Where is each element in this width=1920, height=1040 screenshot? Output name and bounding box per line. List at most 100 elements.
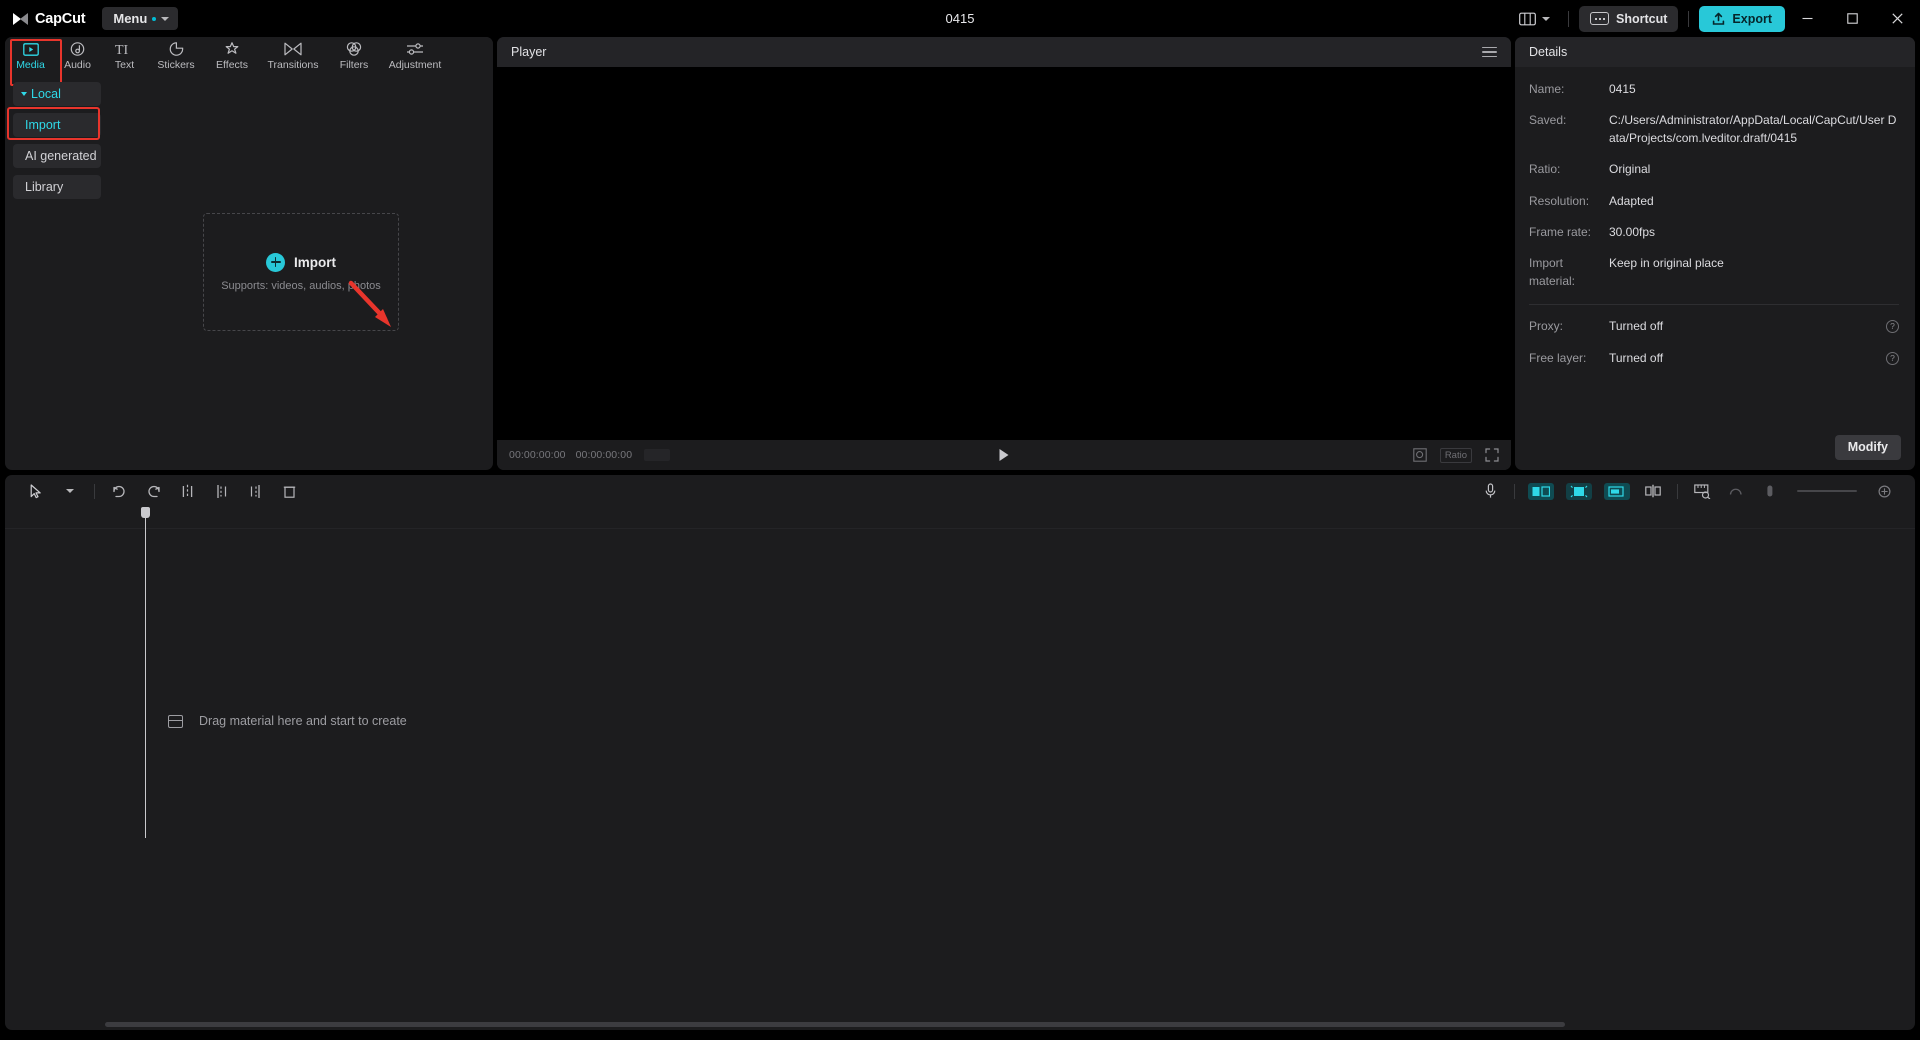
sidebar-item-ai-generated[interactable]: AI generated [13, 144, 101, 168]
detail-key: Frame rate: [1529, 224, 1609, 241]
zoom-fit-button[interactable] [1867, 478, 1901, 504]
player-right-controls: Ratio [1413, 448, 1499, 463]
tab-text[interactable]: TI Text [101, 37, 148, 74]
microphone-button[interactable] [1473, 478, 1507, 504]
maximize-button[interactable] [1830, 0, 1875, 37]
timeline-ruler[interactable] [5, 507, 1915, 529]
minimize-button[interactable] [1785, 0, 1830, 37]
import-dropzone[interactable]: Import Supports: videos, audios, photos [203, 213, 399, 331]
player-panel: Player 00:00:00:00 00:00:00:00 Ratio [497, 37, 1511, 470]
media-icon [23, 41, 39, 56]
export-button[interactable]: Export [1699, 6, 1785, 32]
import-dropzone-support: Supports: videos, audios, photos [221, 280, 381, 292]
crop-preview-icon[interactable] [1413, 448, 1427, 462]
clip-right-button[interactable] [1604, 483, 1630, 500]
tab-adjustment[interactable]: Adjustment [382, 37, 448, 74]
divider [1568, 11, 1569, 27]
capcut-logo-icon [12, 12, 29, 26]
tab-label: Transitions [268, 59, 319, 71]
player-stage[interactable] [497, 67, 1511, 440]
tab-media[interactable]: Media [7, 37, 54, 74]
timeline-toolbar [5, 475, 1915, 507]
details-title: Details [1529, 45, 1567, 59]
details-divider [1529, 304, 1899, 305]
tab-audio[interactable]: Audio [54, 37, 101, 74]
close-icon [1892, 13, 1903, 24]
audio-icon [70, 41, 85, 56]
fullscreen-icon[interactable] [1485, 448, 1499, 462]
play-button[interactable] [1000, 449, 1009, 461]
current-time: 00:00:00:00 [509, 449, 566, 461]
detail-key: Resolution: [1529, 193, 1609, 210]
layout-icon [1519, 12, 1536, 26]
help-icon[interactable]: ? [1886, 352, 1899, 365]
sidebar-item-import[interactable]: Import [13, 113, 101, 137]
film-strip-icon [168, 715, 183, 728]
timeline-canvas[interactable]: Drag material here and start to create [5, 529, 1915, 1030]
detail-key: Ratio: [1529, 161, 1609, 178]
tab-filters[interactable]: Filters [326, 37, 382, 74]
media-panel: Media Audio TI Text Stickers [5, 37, 493, 470]
cursor-tool[interactable] [19, 478, 53, 504]
text-icon: TI [115, 41, 135, 56]
chevron-down-icon [161, 17, 169, 21]
timecode-field[interactable] [644, 449, 670, 461]
shortcut-label: Shortcut [1616, 12, 1667, 26]
svg-text:TI: TI [115, 43, 129, 56]
timeline-placeholder-label: Drag material here and start to create [199, 714, 407, 728]
tab-transitions[interactable]: Transitions [260, 37, 326, 74]
tab-effects[interactable]: Effects [204, 37, 260, 74]
ratio-button[interactable]: Ratio [1440, 448, 1472, 463]
modify-button[interactable]: Modify [1835, 435, 1901, 460]
menu-label: Menu [113, 11, 147, 26]
layout-button[interactable] [1511, 4, 1558, 34]
timeline-horizontal-scrollbar[interactable] [105, 1022, 1565, 1027]
menu-button[interactable]: Menu [102, 7, 178, 30]
sidebar-item-library[interactable]: Library [13, 175, 101, 199]
tab-stickers[interactable]: Stickers [148, 37, 204, 74]
detail-row-proxy: Proxy: Turned off ? [1529, 318, 1899, 335]
sidebar-item-local[interactable]: Local [13, 82, 101, 106]
details-body: Name: 0415 Saved: C:/Users/Administrator… [1515, 67, 1915, 424]
filters-icon [346, 41, 362, 56]
detail-key: Free layer: [1529, 350, 1609, 367]
delete-button[interactable] [272, 478, 306, 504]
close-button[interactable] [1875, 0, 1920, 37]
trim-end-button[interactable] [238, 478, 272, 504]
tab-label: Filters [340, 59, 369, 71]
clip-center-button[interactable] [1566, 483, 1592, 500]
zoom-slider[interactable] [1797, 490, 1857, 492]
chevron-down-icon [1542, 17, 1550, 21]
mask-button[interactable] [1719, 478, 1753, 504]
split-button[interactable] [170, 478, 204, 504]
detail-value: Original [1609, 161, 1899, 178]
shortcut-button[interactable]: Shortcut [1579, 6, 1678, 32]
redo-button[interactable] [136, 478, 170, 504]
player-menu-icon[interactable] [1482, 47, 1497, 58]
media-sidebar: Local Import AI generated Library [5, 74, 109, 470]
detail-key: Proxy: [1529, 318, 1609, 335]
total-time: 00:00:00:00 [576, 449, 633, 461]
adjustment-icon [406, 41, 424, 56]
timeline-placeholder: Drag material here and start to create [168, 714, 407, 728]
help-icon[interactable]: ? [1886, 320, 1899, 333]
detail-value: 30.00fps [1609, 224, 1899, 241]
undo-button[interactable] [102, 478, 136, 504]
timeline-track-gutter [5, 529, 145, 1030]
menu-update-dot [152, 17, 156, 21]
app-logo: CapCut [0, 11, 85, 27]
cursor-tool-dropdown[interactable] [53, 478, 87, 504]
clip-left-button[interactable] [1528, 483, 1554, 500]
keyframe-button[interactable] [1753, 478, 1787, 504]
plus-circle-icon [266, 253, 285, 272]
trim-start-button[interactable] [204, 478, 238, 504]
title-bar: CapCut Menu 0415 Shortcut Export [0, 0, 1920, 37]
detail-value: Turned off [1609, 318, 1886, 335]
detail-value: Adapted [1609, 193, 1899, 210]
detail-key: Saved: [1529, 112, 1609, 129]
tab-label: Adjustment [389, 59, 442, 71]
ruler-button[interactable] [1685, 478, 1719, 504]
import-dropzone-label: Import [294, 255, 336, 270]
divider [1688, 11, 1689, 27]
split-marker-button[interactable] [1636, 478, 1670, 504]
